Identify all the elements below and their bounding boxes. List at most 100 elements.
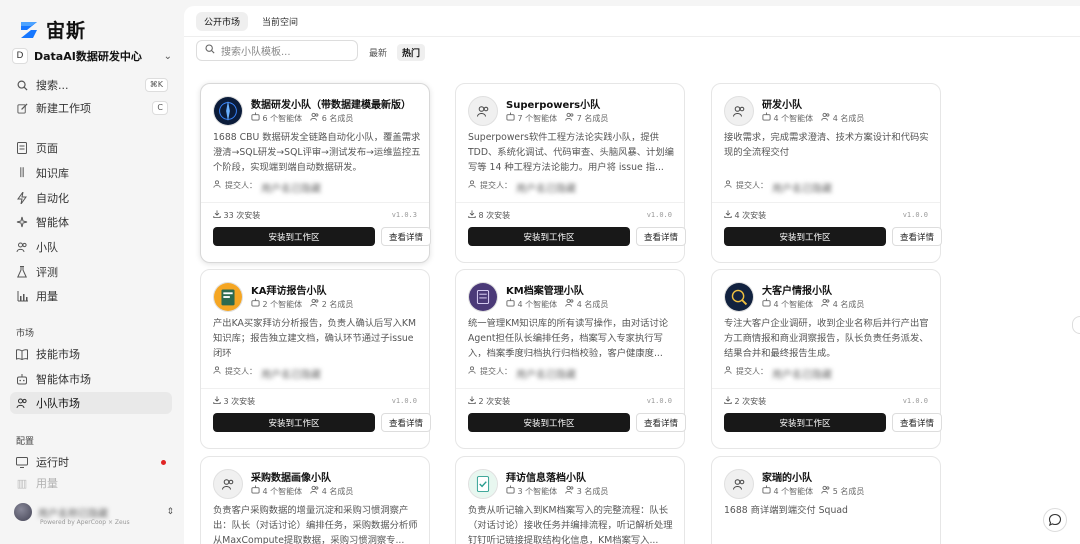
sort-latest[interactable]: 最新 [364,44,392,61]
card-description: Superpowers软件工程方法论实践小队，提供 TDD、系统化调试、代码审查… [468,132,674,173]
install-count-text: 4 次安装 [734,211,767,220]
tab-public-market[interactable]: 公开市场 [196,12,249,31]
view-details-button[interactable]: 查看详情 [636,413,686,432]
member-count: 4 名成员 [821,298,864,310]
nav-item-evaluation[interactable]: 评测 [10,261,172,283]
search-input[interactable]: 搜索小队模板... [196,40,358,61]
nav-item-usage[interactable]: 用量 [10,285,172,307]
card-description: 负责客户采购数据的增量沉淀和采购习惯洞察产出：队长（对话讨论）编排任务，采购数据… [213,505,418,544]
user-icon [213,180,221,195]
search-button[interactable]: 搜索... ⌘K [10,74,172,96]
install-button[interactable]: 安装到工作区 [724,227,886,246]
team-card[interactable]: 研发小队 4 个智能体 4 名成员 接收需求，完成需求澄清、技术方案设计和代码实现… [711,83,942,263]
nav-item-label: 智能体 [36,216,69,229]
nav-item-library[interactable]: ⫼ 知识库 [10,162,172,184]
nav-item-runtime[interactable]: 运行时 [10,451,172,473]
app-logo[interactable]: 宙斯 [18,16,86,43]
robot-icon [762,112,771,123]
agent-count-text: 2 个智能体 [262,300,303,309]
team-card[interactable]: KA拜访报告小队 2 个智能体 2 名成员 产出KA买家拜访分析报告，负责人确认后… [200,269,431,449]
report-icon [213,282,243,312]
install-button[interactable]: 安装到工作区 [468,227,630,246]
submitter-label: 提交人： [480,367,512,376]
nav-item-label: 页面 [36,142,58,155]
agent-icon [16,216,28,228]
page-icon [16,142,28,154]
workspace-switcher[interactable]: D DataAI数据研发中心 ⌄ [12,46,172,66]
view-details-button[interactable]: 查看详情 [636,227,686,246]
divider [201,202,429,203]
team-card[interactable]: Superpowers小队 7 个智能体 7 名成员 Superpowers软件工… [455,83,686,263]
users-icon [310,485,319,496]
users-icon [310,298,319,309]
nav-item-config-usage[interactable]: ▥ 用量 [10,476,172,491]
nav-item-label: 小队 [36,241,58,254]
card-submitter: 提交人： 用户名已隐藏 [724,366,832,381]
archive-icon [468,282,498,312]
agent-count: 6 个智能体 [251,112,302,124]
team-card[interactable]: 数据研发小队（带数据建模最新版） 6 个智能体 6 名成员 1688 CBU 数据… [200,83,431,263]
card-meta: 3 个智能体 3 名成员 [506,485,608,497]
member-count: 3 名成员 [565,485,608,497]
nav-item-agents[interactable]: 智能体 [10,211,172,233]
team-card[interactable]: KM档案管理小队 4 个智能体 4 名成员 统一管理KM知识库的所有读写操作，由对… [455,269,686,449]
nav-item-label: 自动化 [36,192,69,205]
app-name: 宙斯 [46,20,87,42]
nav-item-pages[interactable]: 页面 [10,137,172,159]
chat-button[interactable] [1043,508,1067,532]
card-meta: 6 个智能体 6 名成员 [251,112,353,124]
view-details-button[interactable]: 查看详情 [381,227,431,246]
flask-icon [16,266,28,278]
team-card[interactable]: 采购数据画像小队 4 个智能体 4 名成员 负责客户采购数据的增量沉淀和采购习惯洞… [200,456,430,544]
install-count-text: 8 次安装 [478,211,511,220]
tab-current-space[interactable]: 当前空间 [254,12,306,31]
agent-count: 2 个智能体 [251,298,302,310]
card-title: KM档案管理小队 [506,286,584,297]
download-icon [468,210,476,220]
side-handle[interactable] [1072,316,1080,334]
card-description: 统一管理KM知识库的所有读写操作，由对话讨论Agent担任队长编排任务，档案写入… [468,318,669,359]
nav-item-team-market[interactable]: 小队市场 [10,392,172,414]
robot-icon [506,298,515,309]
view-details-button[interactable]: 查看详情 [892,413,942,432]
nav-item-agent-market[interactable]: 智能体市场 [10,368,172,390]
nav-item-teams[interactable]: 小队 [10,236,172,258]
user-icon [724,180,732,195]
robot-icon [762,298,771,309]
submitter-name: 用户名已隐藏 [772,370,832,381]
view-details-button[interactable]: 查看详情 [381,413,431,432]
robot-icon [16,373,28,385]
team-card[interactable]: 拜访信息落档小队 3 个智能体 3 名成员 负责从听记输入到KM档案写入的完整流程… [455,456,685,544]
workspace-name: DataAI数据研发中心 [34,50,142,63]
nav-item-automation[interactable]: 自动化 [10,187,172,209]
nav-item-skill-market[interactable]: 技能市场 [10,343,172,365]
card-title: 家瑞的小队 [762,473,812,484]
member-count: 4 名成员 [310,485,353,497]
chevron-updown-icon: ⇕ [166,507,174,517]
install-button[interactable]: 安装到工作区 [213,413,375,432]
robot-icon [251,112,260,123]
install-count: 8 次安装 [468,210,510,221]
install-button[interactable]: 安装到工作区 [468,413,630,432]
new-task-button[interactable]: 新建工作项 C [10,97,172,119]
install-count: 3 次安装 [213,396,255,407]
submitter-label: 提交人： [225,181,257,190]
divider [184,36,1080,37]
team-card[interactable]: 家瑞的小队 4 个智能体 5 名成员 1688 商详端到端交付 Squad [711,456,941,544]
version-label: v1.0.3 [391,211,417,219]
member-count: 5 名成员 [821,485,864,497]
chevron-down-icon: ⌄ [163,50,172,62]
install-count: 33 次安装 [213,210,260,221]
view-details-button[interactable]: 查看详情 [892,227,942,246]
team-card[interactable]: 大客户情报小队 4 个智能体 4 名成员 专注大客户企业调研，收到企业名称后并行产… [711,269,942,449]
download-icon [213,210,221,220]
agent-count-text: 3 个智能体 [517,487,558,496]
install-count-text: 3 次安装 [223,397,256,406]
card-submitter: 提交人： 用户名已隐藏 [213,180,321,195]
sort-popular[interactable]: 热门 [397,44,426,61]
divider [456,202,684,203]
agent-count-text: 4 个智能体 [773,114,814,123]
card-description: 产出KA买家拜访分析报告，负责人确认后写入KM知识库；报告独立建文档，确认环节通… [213,318,417,359]
install-button[interactable]: 安装到工作区 [724,413,886,432]
install-button[interactable]: 安装到工作区 [213,227,375,246]
